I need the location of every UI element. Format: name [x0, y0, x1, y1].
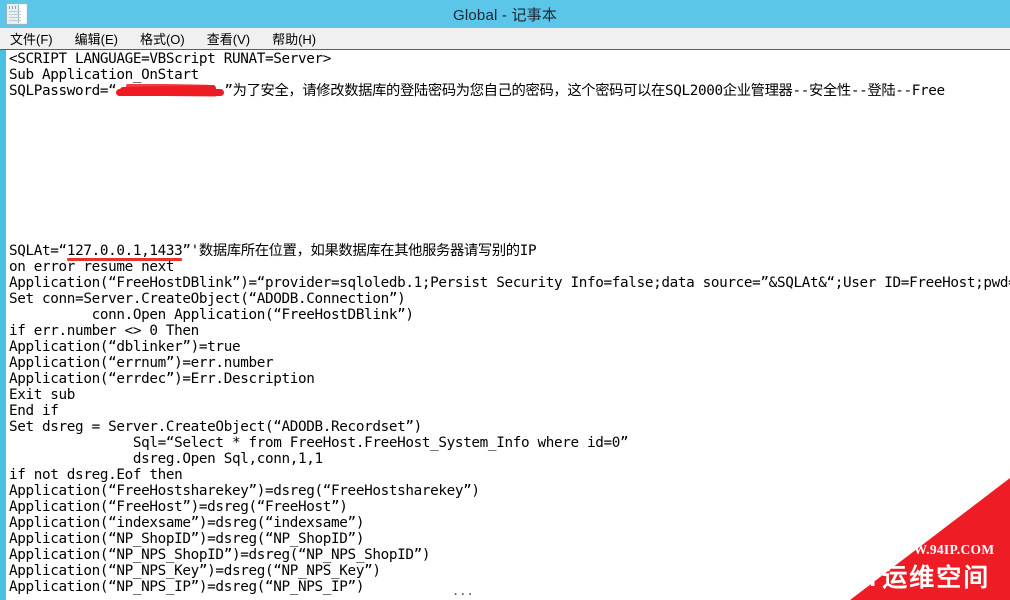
- password-line-prefix: SQLPassword=“: [9, 83, 117, 99]
- window-title: Global - 记事本: [452, 6, 558, 24]
- editor-text-content[interactable]: <SCRIPT LANGUAGE=VBScript RUNAT=Server> S…: [9, 51, 1010, 595]
- sqlat-prefix: SQLAt=“: [9, 243, 67, 259]
- editor-line: Application(“NP_NPS_ShopID”)=dsreg(“NP_N…: [9, 547, 431, 563]
- menu-item-help[interactable]: 帮助(H): [272, 29, 316, 48]
- editor-line: <SCRIPT LANGUAGE=VBScript RUNAT=Server>: [9, 51, 332, 67]
- sqlat-underline: [66, 258, 183, 261]
- menu-item-format[interactable]: 格式(O): [140, 29, 185, 48]
- editor-line-password: SQLPassword=“ ”为了安全，请修改数据库的登陆密码为您自己的密码，这个…: [9, 83, 1010, 99]
- editor-line-blank: [9, 179, 1010, 195]
- notepad-window: Global - 记事本 文件(F) 编辑(E) 格式(O) 查看(V) 帮助(…: [0, 0, 1010, 600]
- editor-line: Exit sub: [9, 387, 76, 403]
- editor-line: Application(“errdec”)=Err.Description: [9, 371, 315, 387]
- editor-line: Set conn=Server.CreateObject(“ADODB.Conn…: [9, 291, 406, 307]
- editor-line: Application(“FreeHostDBlink”)=“provider=…: [9, 275, 1010, 291]
- editor-line: Sql=“Select * from FreeHost.FreeHost_Sys…: [9, 435, 629, 451]
- menu-item-view[interactable]: 查看(V): [207, 29, 250, 48]
- truncation-marker: ...: [452, 584, 474, 598]
- editor-line-blank: [9, 227, 1010, 243]
- editor-line-sqlat: SQLAt=“127.0.0.1,1433 ”'数据库所在位置，如果数据库在其他服…: [9, 243, 1010, 261]
- title-bar[interactable]: Global - 记事本: [0, 0, 1010, 28]
- editor-line: Application(“indexsame”)=dsreg(“indexsam…: [9, 515, 365, 531]
- menu-item-file[interactable]: 文件(F): [10, 29, 53, 48]
- editor-line-blank: [9, 211, 1010, 227]
- editor-line: Application(“NP_ShopID”)=dsreg(“NP_ShopI…: [9, 531, 365, 547]
- editor-line-blank: [9, 115, 1010, 131]
- notepad-icon-fold: [18, 5, 26, 23]
- redaction-scribble: [116, 84, 225, 97]
- sqlat-value: 127.0.0.1,1433: [66, 243, 183, 261]
- editor-line: if not dsreg.Eof then: [9, 467, 183, 483]
- editor-line: Application(“dblinker”)=true: [9, 339, 241, 355]
- text-editor-area[interactable]: <SCRIPT LANGUAGE=VBScript RUNAT=Server> S…: [0, 50, 1010, 600]
- editor-line: End if: [9, 403, 59, 419]
- editor-line: Application(“FreeHost”)=dsreg(“FreeHost”…: [9, 499, 348, 515]
- editor-line-blank: [9, 195, 1010, 211]
- editor-line: dsreg.Open Sql,conn,1,1: [9, 451, 323, 467]
- editor-line: Set dsreg = Server.CreateObject(“ADODB.R…: [9, 419, 422, 435]
- editor-line: Application(“FreeHostsharekey”)=dsreg(“F…: [9, 483, 480, 499]
- editor-line: Application(“NP_NPS_IP”)=dsreg(“NP_NPS_I…: [9, 579, 365, 595]
- editor-line: on error resume next: [9, 259, 175, 275]
- editor-line-blank: [9, 147, 1010, 163]
- notepad-icon: [6, 3, 28, 25]
- password-line-suffix: ”为了安全，请修改数据库的登陆密码为您自己的密码，这个密码可以在SQL2000企…: [224, 83, 945, 99]
- editor-line: if err.number <> 0 Then: [9, 323, 199, 339]
- editor-line: Application(“NP_NPS_Key”)=dsreg(“NP_NPS_…: [9, 563, 381, 579]
- editor-line: Application(“errnum”)=err.number: [9, 355, 274, 371]
- menu-bar: 文件(F) 编辑(E) 格式(O) 查看(V) 帮助(H): [0, 28, 1010, 50]
- editor-line: Sub Application_OnStart: [9, 67, 199, 83]
- sqlat-suffix: ”'数据库所在位置，如果数据库在其他服务器请写别的IP: [182, 243, 537, 259]
- editor-line-blank: [9, 131, 1010, 147]
- editor-line-blank: [9, 163, 1010, 179]
- editor-line: conn.Open Application(“FreeHostDBlink”): [9, 307, 414, 323]
- menu-item-edit[interactable]: 编辑(E): [75, 29, 118, 48]
- window-left-edge: [0, 50, 6, 600]
- editor-line-blank: [9, 99, 1010, 115]
